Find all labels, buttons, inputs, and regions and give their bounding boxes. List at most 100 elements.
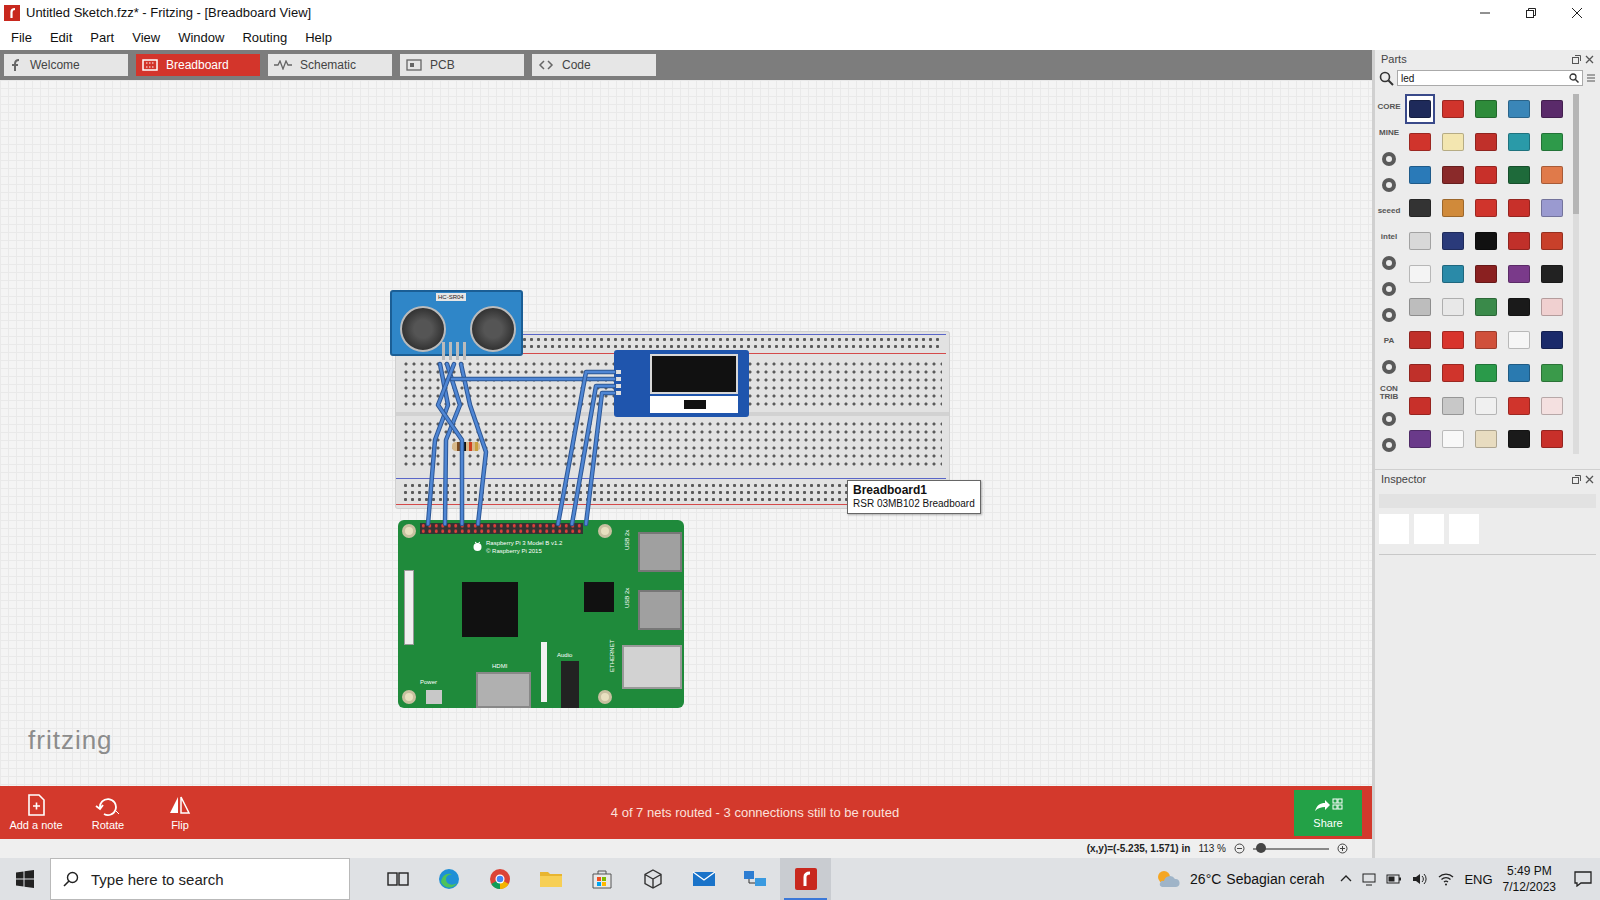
part-tile[interactable]: [1405, 259, 1435, 289]
part-tile[interactable]: [1438, 424, 1468, 454]
chrome-app[interactable]: [474, 858, 525, 900]
oled-display[interactable]: [614, 350, 749, 417]
menu-item[interactable]: Routing: [233, 28, 296, 47]
close-panel-icon[interactable]: [1585, 55, 1594, 64]
chevron-up-icon[interactable]: [1340, 873, 1352, 885]
parts-bin[interactable]: CORE: [1377, 94, 1401, 120]
battery-icon[interactable]: [1386, 873, 1402, 885]
part-tile[interactable]: [1537, 325, 1567, 355]
breadboard-canvas[interactable]: HC-SR04Raspberry Pi 3 Model B v1.2© Rasp…: [0, 80, 1372, 786]
clock[interactable]: 5:49 PM7/12/2023: [1503, 863, 1556, 895]
part-tile[interactable]: [1471, 226, 1501, 256]
parts-bin[interactable]: seeed: [1377, 198, 1401, 224]
part-tile[interactable]: [1438, 325, 1468, 355]
device-icon[interactable]: [1362, 872, 1376, 886]
menu-item[interactable]: View: [123, 28, 169, 47]
part-tile[interactable]: [1471, 325, 1501, 355]
input-language[interactable]: ENG: [1464, 872, 1492, 887]
part-tile[interactable]: [1504, 127, 1534, 157]
parts-scrollbar[interactable]: [1573, 94, 1579, 454]
restore-icon[interactable]: [1508, 0, 1554, 25]
part-tile[interactable]: [1438, 292, 1468, 322]
taskbar-search[interactable]: Type here to search: [50, 858, 350, 900]
part-tile[interactable]: [1471, 391, 1501, 421]
part-tile[interactable]: [1471, 259, 1501, 289]
part-tile[interactable]: [1405, 325, 1435, 355]
part-tile[interactable]: [1537, 127, 1567, 157]
part-tile[interactable]: [1438, 127, 1468, 157]
search-icon[interactable]: [1569, 73, 1579, 83]
ultrasonic-sensor[interactable]: HC-SR04: [390, 290, 523, 356]
part-tile[interactable]: [1438, 226, 1468, 256]
parts-bin[interactable]: [1377, 406, 1401, 432]
minimize-icon[interactable]: [1462, 0, 1508, 25]
menu-item[interactable]: Help: [296, 28, 341, 47]
part-tile[interactable]: [1405, 160, 1435, 190]
part-tile[interactable]: [1405, 358, 1435, 388]
view-tab[interactable]: Welcome: [4, 54, 128, 76]
part-tile[interactable]: [1504, 94, 1534, 124]
part-tile[interactable]: [1471, 424, 1501, 454]
menu-item[interactable]: File: [2, 28, 41, 47]
part-tile[interactable]: [1471, 193, 1501, 223]
view-tab[interactable]: PCB: [400, 54, 524, 76]
resistor[interactable]: [452, 442, 480, 451]
notifications-icon[interactable]: [1574, 871, 1592, 887]
explorer-app[interactable]: [525, 858, 576, 900]
parts-bin[interactable]: [1377, 354, 1401, 380]
parts-bin[interactable]: MINE: [1377, 120, 1401, 146]
share-button[interactable]: Share: [1294, 790, 1362, 836]
menu-item[interactable]: Edit: [41, 28, 81, 47]
menu-item[interactable]: Window: [169, 28, 233, 47]
zoom-out-icon[interactable]: [1234, 843, 1245, 854]
part-tile[interactable]: [1438, 193, 1468, 223]
box3d-app[interactable]: [627, 858, 678, 900]
volume-icon[interactable]: [1412, 872, 1428, 886]
part-tile[interactable]: [1504, 259, 1534, 289]
part-tile[interactable]: [1438, 358, 1468, 388]
part-tile[interactable]: [1537, 259, 1567, 289]
parts-bin[interactable]: intel: [1377, 224, 1401, 250]
zoom-slider-knob[interactable]: [1256, 843, 1266, 853]
close-icon[interactable]: [1554, 0, 1600, 25]
parts-bin[interactable]: [1377, 146, 1401, 172]
view-tab[interactable]: Code: [532, 54, 656, 76]
float-icon[interactable]: [1572, 55, 1581, 64]
part-tile[interactable]: [1471, 160, 1501, 190]
windows-logo-icon[interactable]: [0, 858, 50, 900]
part-tile[interactable]: [1537, 292, 1567, 322]
part-tile[interactable]: [1471, 358, 1501, 388]
part-tile[interactable]: [1405, 424, 1435, 454]
part-tile[interactable]: [1504, 358, 1534, 388]
part-tile[interactable]: [1438, 160, 1468, 190]
menu-icon[interactable]: [1586, 73, 1596, 83]
part-tile[interactable]: [1504, 424, 1534, 454]
search-icon[interactable]: [1379, 71, 1394, 86]
part-tile[interactable]: [1537, 424, 1567, 454]
menu-item[interactable]: Part: [81, 28, 123, 47]
part-tile[interactable]: [1537, 160, 1567, 190]
scrollbar-thumb[interactable]: [1573, 94, 1579, 214]
toolbar-button[interactable]: Rotate: [72, 794, 144, 831]
float-icon[interactable]: [1572, 475, 1581, 484]
part-tile[interactable]: [1405, 94, 1435, 124]
part-tile[interactable]: [1438, 94, 1468, 124]
part-tile[interactable]: [1405, 127, 1435, 157]
part-tile[interactable]: [1504, 193, 1534, 223]
part-tile[interactable]: [1405, 226, 1435, 256]
mail-app[interactable]: [678, 858, 729, 900]
part-tile[interactable]: [1471, 292, 1501, 322]
part-tile[interactable]: [1471, 127, 1501, 157]
part-tile[interactable]: [1438, 259, 1468, 289]
edge-app[interactable]: [423, 858, 474, 900]
part-tile[interactable]: [1504, 160, 1534, 190]
part-tile[interactable]: [1405, 193, 1435, 223]
part-tile[interactable]: [1537, 391, 1567, 421]
parts-search-field[interactable]: led: [1397, 70, 1583, 86]
weather-icon[interactable]: [1154, 868, 1180, 890]
part-tile[interactable]: [1537, 193, 1567, 223]
zoom-slider[interactable]: [1253, 848, 1329, 850]
wifi-icon[interactable]: [1438, 872, 1454, 886]
parts-bin[interactable]: [1377, 302, 1401, 328]
parts-bin[interactable]: [1377, 432, 1401, 458]
